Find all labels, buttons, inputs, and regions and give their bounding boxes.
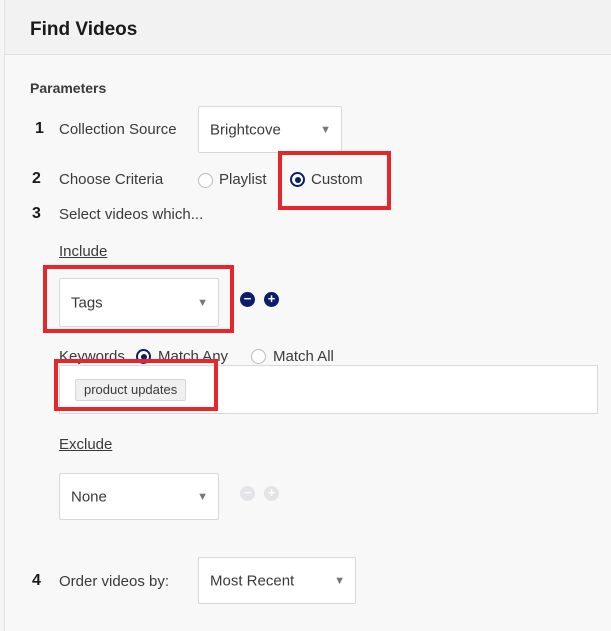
step-3-number: 3 (32, 205, 41, 222)
chevron-down-icon: ▼ (197, 490, 208, 503)
order-videos-label: Order videos by: (59, 573, 170, 590)
chevron-down-icon: ▼ (320, 123, 331, 136)
exclude-field-select[interactable]: None ▼ (59, 473, 219, 520)
exclude-field-value: None (71, 488, 107, 505)
chevron-down-icon: ▼ (334, 574, 345, 587)
add-exclude-icon: + (264, 486, 279, 501)
highlight-box-tags (43, 265, 234, 333)
order-videos-value: Most Recent (210, 572, 295, 589)
remove-exclude-icon: − (240, 486, 255, 501)
include-heading: Include (59, 243, 108, 260)
radio-match-all[interactable] (251, 349, 266, 364)
parameters-heading: Parameters (30, 80, 107, 96)
radio-match-all-label[interactable]: Match All (273, 348, 334, 365)
collection-source-label: Collection Source (59, 121, 177, 138)
highlight-box-keyword (54, 359, 218, 411)
remove-criteria-icon[interactable]: − (240, 292, 255, 307)
page-title: Find Videos (30, 19, 138, 40)
collection-source-select[interactable]: Brightcove ▼ (198, 106, 342, 153)
find-videos-panel: Find Videos Parameters 1 Collection Sour… (4, 0, 611, 631)
highlight-box-custom (278, 151, 391, 210)
step-1-number: 1 (35, 120, 44, 137)
step-4-number: 4 (32, 572, 41, 589)
collection-source-value: Brightcove (210, 121, 281, 138)
radio-playlist-label[interactable]: Playlist (219, 171, 267, 188)
order-videos-select[interactable]: Most Recent ▼ (198, 557, 356, 604)
choose-criteria-label: Choose Criteria (59, 171, 164, 188)
exclude-heading: Exclude (59, 436, 113, 453)
select-videos-label: Select videos which... (59, 206, 204, 223)
panel-header: Find Videos (5, 0, 611, 55)
add-criteria-icon[interactable]: + (264, 292, 279, 307)
step-2-number: 2 (32, 170, 41, 187)
radio-playlist[interactable] (198, 173, 213, 188)
